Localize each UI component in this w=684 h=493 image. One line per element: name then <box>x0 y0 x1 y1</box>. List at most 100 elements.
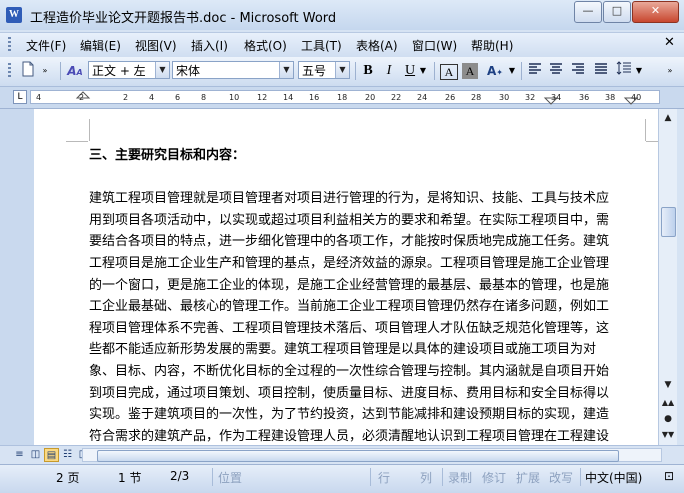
outline-view-icon[interactable]: ☷ <box>60 448 75 462</box>
menu-window[interactable]: 窗口(W) <box>412 37 457 54</box>
menu-view[interactable]: 视图(V) <box>135 37 177 54</box>
maximize-button[interactable]: □ <box>603 1 631 23</box>
font-combo[interactable]: 宋体 ▼ <box>172 61 294 79</box>
ruler-number: 28 <box>471 93 482 102</box>
font-size-combo[interactable]: 五号 ▼ <box>298 61 350 79</box>
close-button[interactable]: ✕ <box>632 1 679 23</box>
status-bar: 2 页 1 节 2/3 位置 行 列 录制 修订 扩展 改写 中文(中国) ⊡ <box>0 464 684 493</box>
styles-pane-icon[interactable]: AA <box>64 61 86 81</box>
status-extend[interactable]: 扩展 <box>516 469 540 486</box>
character-shading-button[interactable]: A <box>462 63 478 79</box>
vertical-ruler[interactable] <box>0 109 34 445</box>
horizontal-scrollbar[interactable] <box>82 448 662 462</box>
bold-button[interactable]: B <box>360 61 376 81</box>
style-combo[interactable]: 正文 + 左 ▼ <box>88 61 170 79</box>
align-right-icon[interactable] <box>569 61 587 81</box>
margin-corner-mark <box>645 119 646 141</box>
text-line: 用到项目各项活动中，以实现或超过项目利益相关方的要求和希望。在实际工程项目中，需 <box>89 212 610 228</box>
ruler-number: 2 <box>123 93 129 102</box>
scroll-down-icon[interactable]: ▼ <box>660 377 676 393</box>
font-size-combo-value: 五号 <box>302 64 327 78</box>
title-bar: W 工程造价毕业论文开题报告书.doc - Microsoft Word — □… <box>0 0 684 30</box>
ruler-number: 12 <box>257 93 268 102</box>
horizontal-ruler-row: L 4 2 2 4 6 8 10 12 14 16 18 20 22 24 26 28 30 32 34 36 38 40 <box>0 87 684 109</box>
ruler-number: 38 <box>605 93 616 102</box>
status-language: 中文(中国) <box>585 471 643 485</box>
text-line: 象、目标、内容，不断优化目标的全过程的一次性综合管理与控制。其内涵就是自项目开始 <box>89 363 610 379</box>
menu-grip-icon[interactable] <box>8 37 11 53</box>
toolbar-overflow-icon[interactable]: » <box>664 61 676 81</box>
web-layout-icon[interactable]: ◫ <box>28 448 43 462</box>
new-document-icon[interactable] <box>20 61 36 81</box>
italic-button[interactable]: I <box>381 61 397 81</box>
ruler-number: 4 <box>36 93 42 102</box>
text-effect-icon[interactable]: A✦ <box>484 61 506 81</box>
document-page[interactable]: 三、主要研究目标和内容： 建筑工程项目管理就是项目管理者对项目进行管理的行为，是… <box>34 109 658 445</box>
ruler-number: 32 <box>525 93 536 102</box>
text-line: 工企业最基础、最核心的管理工作。当前施工企业工程项目管理仍然存在诸多问题，例如工 <box>89 299 610 315</box>
ruler-number: 22 <box>391 93 402 102</box>
menu-help[interactable]: 帮助(H) <box>471 37 513 54</box>
toolbar-grip-icon[interactable] <box>8 63 11 79</box>
menu-file[interactable]: 文件(F) <box>26 37 66 54</box>
menu-edit[interactable]: 编辑(E) <box>80 37 121 54</box>
text-line: 工程项目是施工企业生产和管理的基点，是经济效益的源泉。工程项目管理是施工企业管理 <box>89 255 610 271</box>
menu-table[interactable]: 表格(A) <box>356 37 398 54</box>
status-revise[interactable]: 修订 <box>482 469 506 486</box>
word-window: W 工程造价毕业论文开题报告书.doc - Microsoft Word — □… <box>0 0 684 493</box>
align-left-icon[interactable] <box>526 61 544 81</box>
select-browse-object-icon[interactable]: ● <box>660 411 676 427</box>
horizontal-scroll-thumb[interactable] <box>97 450 619 462</box>
justify-icon[interactable] <box>592 61 610 81</box>
tab-selector[interactable]: L <box>13 90 27 104</box>
menu-insert[interactable]: 插入(I) <box>191 37 228 54</box>
ruler-number: 16 <box>309 93 320 102</box>
status-separator <box>442 468 443 486</box>
toolbar-separator <box>355 62 356 80</box>
status-separator <box>580 468 581 486</box>
next-page-icon[interactable]: ▼▼ <box>660 427 676 443</box>
menu-format[interactable]: 格式(O) <box>244 37 287 54</box>
horizontal-ruler[interactable]: 4 2 2 4 6 8 10 12 14 16 18 20 22 24 26 28 30 32 34 36 38 40 <box>30 90 660 105</box>
chevron-down-icon[interactable]: ▼ <box>279 62 293 78</box>
text-effect-dropdown-icon[interactable]: ▼ <box>507 61 517 81</box>
scroll-thumb[interactable] <box>661 207 676 237</box>
word-app-icon[interactable]: W <box>6 7 22 23</box>
spelling-status-icon[interactable]: ⊡ <box>664 469 674 483</box>
status-record[interactable]: 录制 <box>448 469 472 486</box>
document-body[interactable]: 三、主要研究目标和内容： 建筑工程项目管理就是项目管理者对项目进行管理的行为，是… <box>89 145 645 445</box>
print-layout-icon[interactable]: ▤ <box>44 448 59 462</box>
ruler-number: 36 <box>579 93 590 102</box>
normal-view-icon[interactable]: ≡ <box>12 448 27 462</box>
menu-tools[interactable]: 工具(T) <box>301 37 342 54</box>
status-page: 2 页 <box>56 471 80 485</box>
text-line: 建筑工程项目管理就是项目管理者对项目进行管理的行为，是将知识、技能、工具与技术应 <box>89 191 610 207</box>
menu-bar: 文件(F) 编辑(E) 视图(V) 插入(I) 格式(O) 工具(T) 表格(A… <box>0 32 684 58</box>
underline-button[interactable]: U <box>402 61 418 81</box>
font-combo-value: 宋体 <box>176 64 201 78</box>
status-section: 1 节 <box>118 471 142 485</box>
ruler-number: 10 <box>229 93 240 102</box>
toolbar-options-chevron-icon[interactable]: » <box>40 61 50 81</box>
vertical-scrollbar[interactable]: ▲ ▼ ▲▲ ● ▼▼ <box>658 109 677 445</box>
menu-close-doc-icon[interactable]: ✕ <box>664 35 675 50</box>
ruler-number: 40 <box>631 93 642 102</box>
text-line: 实现。鉴于建筑项目的一次性，为了节约投资，达到节能减排和建设预期目标的实现，建造 <box>89 407 610 423</box>
previous-page-icon[interactable]: ▲▲ <box>660 395 676 411</box>
ruler-number: 6 <box>175 93 181 102</box>
chevron-down-icon[interactable]: ▼ <box>155 62 169 78</box>
status-overwrite[interactable]: 改写 <box>549 469 573 486</box>
line-spacing-dropdown-icon[interactable]: ▼ <box>634 61 644 81</box>
minimize-button[interactable]: — <box>574 1 602 23</box>
scroll-up-icon[interactable]: ▲ <box>660 110 676 126</box>
paragraph: 建筑工程项目管理就是项目管理者对项目进行管理的行为，是将知识、技能、工具与技术应… <box>89 188 645 445</box>
chevron-down-icon[interactable]: ▼ <box>335 62 349 78</box>
text-line: 程项目管理体系不完善、工程项目管理技术落后、项目管理人才队伍缺乏规范化管理等，这 <box>89 320 610 336</box>
align-center-icon[interactable] <box>547 61 565 81</box>
text-line: 些都不能适应新形势发展的需要。建筑工程项目管理是以具体的建设项目或施工项目为对 <box>89 342 597 358</box>
line-spacing-icon[interactable] <box>615 61 633 81</box>
character-border-button[interactable]: A <box>440 64 458 80</box>
margin-corner-mark <box>89 119 90 141</box>
underline-dropdown-icon[interactable]: ▼ <box>418 61 428 81</box>
text-line: 的一个窗口，更是施工企业的体现，是施工企业经营管理的最基层、最基本的管理，也是施 <box>89 277 610 293</box>
